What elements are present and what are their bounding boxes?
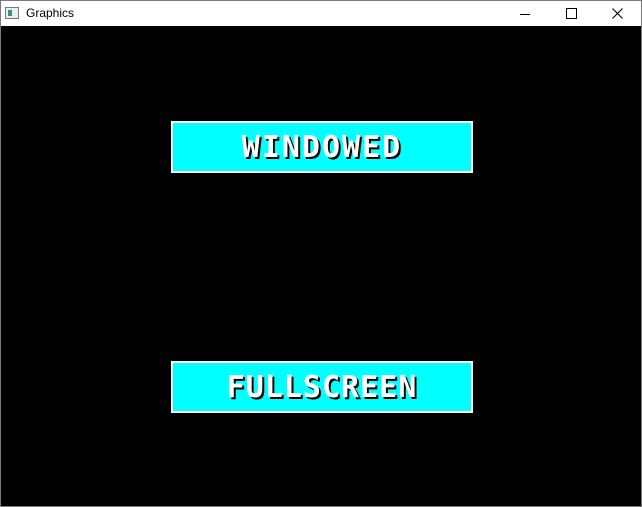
close-icon — [612, 8, 623, 19]
maximize-button[interactable] — [549, 1, 595, 26]
minimize-button[interactable] — [503, 1, 549, 26]
fullscreen-button-label: FULLSCREEN — [226, 369, 418, 405]
graphics-canvas: WINDOWED FULLSCREEN — [1, 26, 641, 506]
maximize-icon — [566, 8, 577, 19]
windowed-button-label: WINDOWED — [241, 129, 403, 165]
window-title: Graphics — [26, 6, 75, 20]
windowed-button[interactable]: WINDOWED — [171, 121, 473, 173]
app-window-icon[interactable] — [5, 7, 19, 19]
fullscreen-button[interactable]: FULLSCREEN — [171, 361, 473, 413]
minimize-icon — [520, 14, 530, 15]
app-window: Graphics WINDOWED FULLSCREEN — [0, 0, 642, 507]
close-button[interactable] — [595, 1, 641, 26]
title-bar[interactable]: Graphics — [1, 1, 641, 26]
